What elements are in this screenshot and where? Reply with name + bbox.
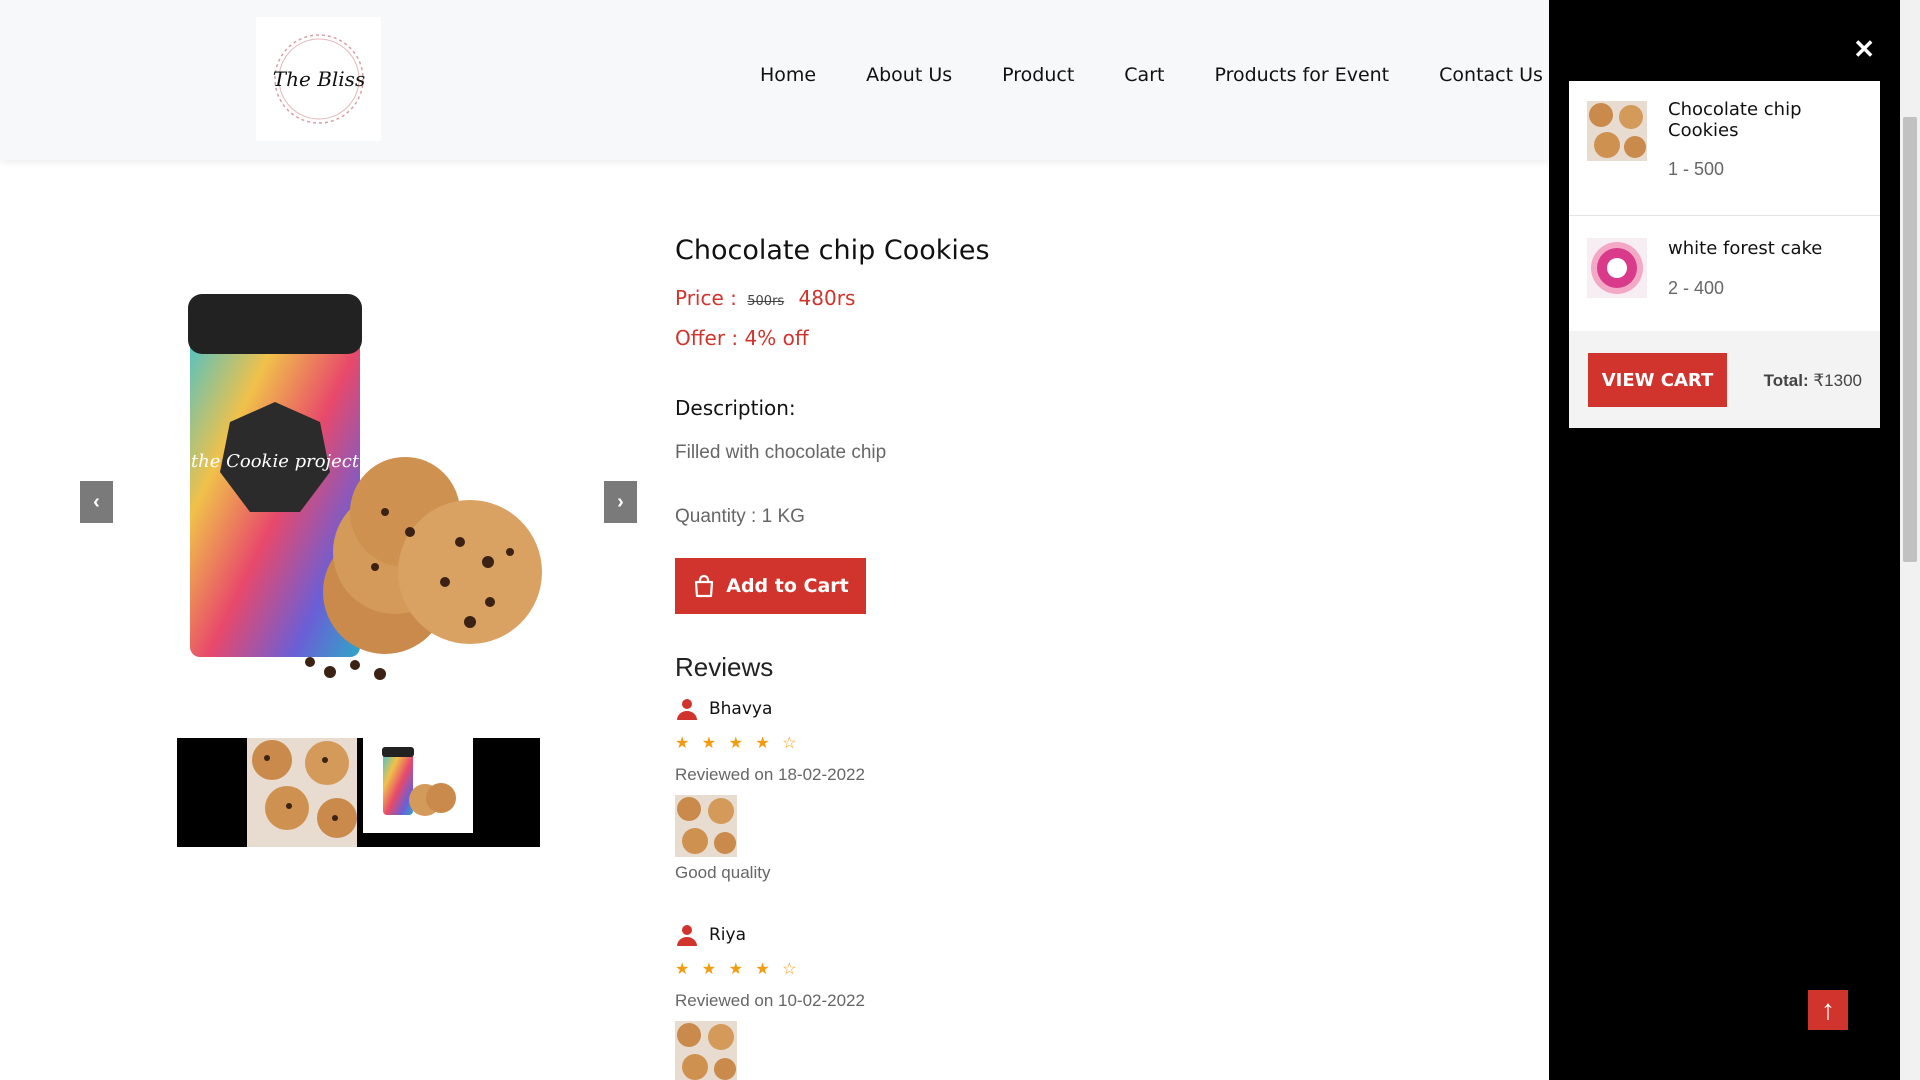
gallery-next-button[interactable]: › [604,481,637,523]
chevron-right-icon: › [617,490,624,513]
user-icon [677,925,697,946]
cart-item-qty: 2 - 400 [1668,278,1725,298]
reviewer: Bhavya [675,697,1375,721]
view-cart-button[interactable]: VIEW CART [1588,353,1727,407]
star-rating: ★ ★ ★ ★ ☆ [675,961,801,978]
nav-products-for-event[interactable]: Products for Event [1214,64,1389,86]
review-text: Good quality [675,863,771,882]
product-title: Chocolate chip Cookies [675,235,990,266]
close-icon[interactable]: ✕ [1853,34,1875,65]
scrollbar-thumb[interactable] [1903,117,1917,562]
review-date: Reviewed on 18-02-2022 [675,765,865,784]
description-text: Filled with chocolate chip [675,442,887,463]
new-price: 480rs [798,286,856,310]
site-logo[interactable]: The Bliss [256,17,381,141]
thumbnail-jar[interactable] [363,738,473,833]
star-rating: ★ ★ ★ ★ ☆ [675,735,801,752]
product-main-image: the Cookie project [188,294,542,680]
svg-text:the Cookie project: the Cookie project [191,451,360,472]
review-item: Riya ★ ★ ★ ★ ☆ Reviewed on 10-02-2022 [675,923,1375,1080]
quantity-text: Quantity : 1 KG [675,506,805,527]
total-label: Total: [1763,371,1809,390]
chevron-left-icon: ‹ [93,490,100,513]
total-value: ₹1300 [1813,371,1862,390]
price-row: Price : 500rs 480rs [675,286,1375,310]
page-scrollbar[interactable] [1900,0,1920,1080]
mini-cart-panel: Chocolate chip Cookies 1 - 500 white for… [1569,81,1880,428]
cart-item-image [1587,238,1647,298]
old-price: 500rs [747,294,785,309]
product-info: Chocolate chip Cookies Price : 500rs 480… [675,235,1375,1080]
scroll-to-top-button[interactable]: ↑ [1808,990,1848,1030]
price-label: Price : [675,286,737,310]
nav-product[interactable]: Product [1002,64,1074,86]
nav-contact-us[interactable]: Contact Us [1439,64,1543,86]
reviewer: Riya [675,923,1375,947]
offer-text: Offer : 4% off [675,326,809,350]
reviews-heading: Reviews [675,652,774,682]
logo-wreath-icon: The Bliss [272,34,365,124]
nav-cart[interactable]: Cart [1124,64,1164,86]
thumbnail-strip [177,738,540,847]
main-nav: Home About Us Product Cart Products for … [760,64,1543,86]
reviewer-name: Bhavya [709,699,773,719]
review-image[interactable] [675,795,737,857]
cart-item-qty: 1 - 500 [1668,159,1725,179]
svg-text:The Bliss: The Bliss [272,67,364,91]
user-icon [677,699,697,720]
shopping-bag-icon [695,574,714,598]
nav-about-us[interactable]: About Us [866,64,952,86]
description-label: Description: [675,396,796,420]
cart-total: Total: ₹1300 [1764,371,1862,391]
review-image[interactable] [675,1021,737,1080]
cart-item-image [1587,101,1647,161]
cart-footer: VIEW CART Total: ₹1300 [1569,331,1880,428]
review-item: Bhavya ★ ★ ★ ★ ☆ Reviewed on 18-02-2022 … [675,697,1375,883]
reviewer-name: Riya [709,925,747,945]
cart-item-name[interactable]: Chocolate chip Cookies [1668,99,1868,141]
add-to-cart-label: Add to Cart [726,575,849,597]
gallery-prev-button[interactable]: ‹ [80,481,113,523]
arrow-up-icon: ↑ [1821,994,1835,1025]
cart-item-name[interactable]: white forest cake [1668,238,1868,259]
thumbnail-cookies[interactable] [247,738,357,847]
nav-home[interactable]: Home [760,64,816,86]
review-date: Reviewed on 10-02-2022 [675,991,865,1010]
cart-item: Chocolate chip Cookies 1 - 500 [1569,81,1880,216]
side-cart-drawer: ✕ Chocolate chip Cookies 1 - 500 white f… [1549,0,1900,1080]
site-header: The Bliss Home About Us Product Cart Pro… [0,0,1550,160]
add-to-cart-button[interactable]: Add to Cart [675,558,866,614]
